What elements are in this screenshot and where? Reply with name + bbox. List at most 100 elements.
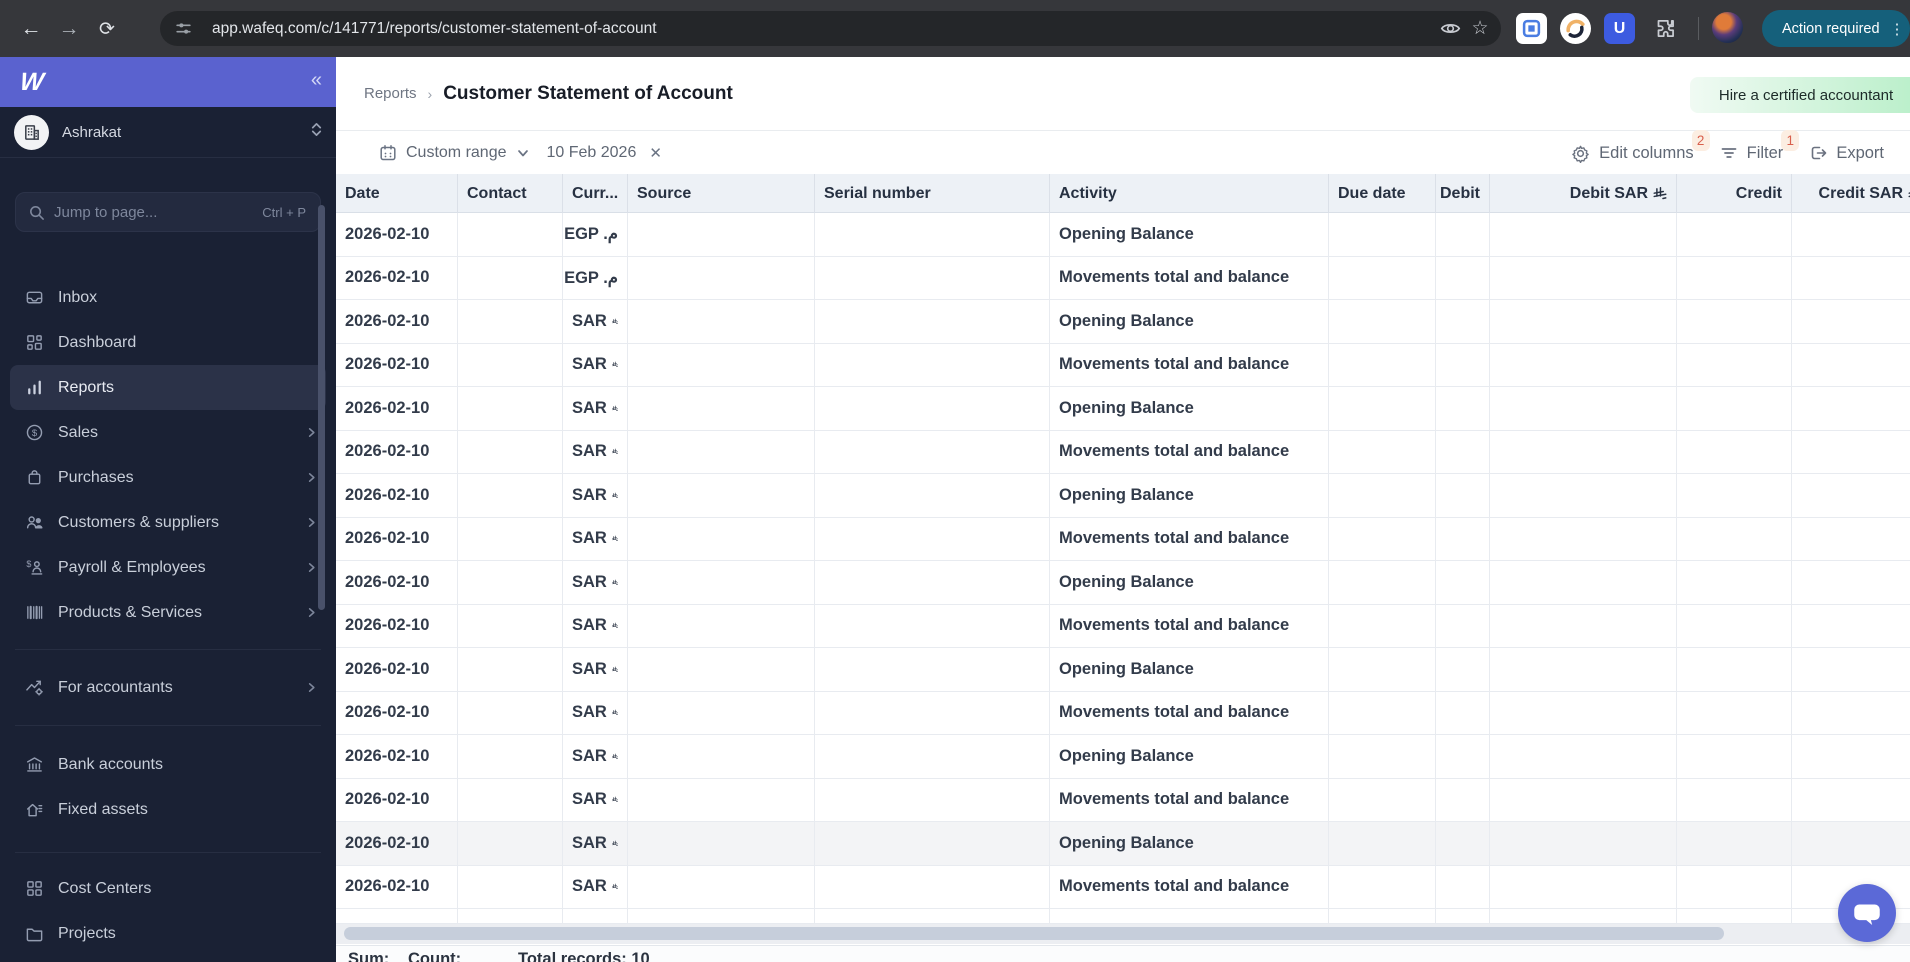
extensions-puzzle-icon[interactable]: [1650, 13, 1681, 44]
table-row[interactable]: 2026-02-10 SAR Movements total and balanc…: [336, 430, 1910, 474]
cell-date: 2026-02-10: [336, 300, 458, 344]
cell-due-date: [1329, 648, 1436, 692]
cell-contact: [458, 561, 563, 605]
sidebar-item-products-services[interactable]: Products & Services: [10, 590, 326, 635]
cell-contact: [458, 865, 563, 909]
sidebar-item-reports[interactable]: Reports: [10, 365, 326, 410]
column-header-due-date[interactable]: Due date: [1329, 174, 1436, 213]
table-row[interactable]: 2026-02-10 SAR Movements total and balanc…: [336, 865, 1910, 909]
table-row[interactable]: 2026-02-10 SAR Movements total and balanc…: [336, 691, 1910, 735]
cell-date: 2026-02-10: [336, 474, 458, 518]
sidebar-item-label: Products & Services: [58, 603, 203, 621]
table-row[interactable]: 2026-02-10 SAR Opening Balance: [336, 300, 1910, 344]
extension-icon-3[interactable]: U: [1604, 13, 1635, 44]
sidebar-item-for-accountants[interactable]: For accountants: [10, 665, 326, 710]
date-value-chip[interactable]: 10 Feb 2026 ✕: [547, 144, 662, 162]
sidebar-item-purchases[interactable]: Purchases: [10, 455, 326, 500]
column-header-activity[interactable]: Activity: [1050, 174, 1329, 213]
kebab-menu-icon[interactable]: ⋮: [1890, 20, 1905, 38]
extension-icon-1[interactable]: [1516, 13, 1547, 44]
sidebar-item-sales[interactable]: $ Sales: [10, 410, 326, 455]
column-header-debit[interactable]: Debit: [1436, 174, 1490, 213]
company-switch-chevrons-icon[interactable]: [309, 120, 324, 144]
report-table-viewport: Date Contact Curr... Source Serial number Act…: [336, 174, 1910, 939]
cell-due-date: [1329, 474, 1436, 518]
column-header-source[interactable]: Source: [628, 174, 815, 213]
cell-credit: [1677, 430, 1792, 474]
search-input[interactable]: Jump to page... Ctrl + P: [15, 192, 321, 232]
table-row[interactable]: 2026-02-10 SAR Movements total and balanc…: [336, 343, 1910, 387]
date-range-picker[interactable]: Custom range: [379, 144, 530, 162]
horizontal-scrollbar-thumb[interactable]: [344, 927, 1724, 940]
column-header-curr[interactable]: Curr...: [563, 174, 628, 213]
wafeq-logo[interactable]: W: [18, 68, 46, 97]
sidebar-item-bank-accounts[interactable]: Bank accounts: [10, 742, 326, 787]
cell-activity: Movements total and balance: [1050, 778, 1329, 822]
table-row[interactable]: 2026-02-10 SAR Movements total and balanc…: [336, 778, 1910, 822]
cell-contact: [458, 343, 563, 387]
address-bar[interactable]: app.wafeq.com/c/141771/reports/customer-…: [160, 11, 1501, 46]
sidebar-nav-accountants: For accountants: [10, 665, 326, 710]
sidebar-item-label: Purchases: [58, 468, 134, 486]
column-header-credit-sar[interactable]: Credit SAR: [1792, 174, 1910, 213]
filter-button[interactable]: Filter 1: [1720, 129, 1800, 163]
preview-eye-icon[interactable]: [1435, 14, 1465, 44]
url-text[interactable]: app.wafeq.com/c/141771/reports/customer-…: [212, 20, 1435, 38]
sidebar-collapse-icon[interactable]: «: [311, 69, 322, 92]
column-header-contact[interactable]: Contact: [458, 174, 563, 213]
chat-widget-button[interactable]: [1838, 884, 1896, 942]
column-header-date[interactable]: Date: [336, 174, 458, 213]
table-row[interactable]: 2026-02-10 EGP .م Movements total and bala…: [336, 256, 1910, 300]
table-row[interactable]: 2026-02-10 SAR Opening Balance: [336, 648, 1910, 692]
cell-date: 2026-02-10: [336, 343, 458, 387]
company-selector[interactable]: Ashrakat: [0, 107, 336, 158]
breadcrumb-reports-link[interactable]: Reports: [364, 85, 417, 102]
browser-forward-icon[interactable]: →: [54, 14, 84, 44]
table-row[interactable]: 2026-02-10 SAR Opening Balance: [336, 822, 1910, 866]
cell-credit: [1677, 474, 1792, 518]
cell-curr: SAR: [563, 648, 628, 692]
cell-curr: SAR: [563, 691, 628, 735]
export-button[interactable]: Export: [1809, 144, 1884, 163]
sidebar-scrollbar[interactable]: [318, 205, 325, 610]
site-settings-icon[interactable]: [168, 14, 198, 44]
sidebar-item-customers-suppliers[interactable]: Customers & suppliers: [10, 500, 326, 545]
cell-activity: Opening Balance: [1050, 213, 1329, 257]
sidebar-item-cost-centers[interactable]: Cost Centers: [10, 866, 326, 911]
cell-contact: [458, 735, 563, 779]
sidebar-item-dashboard[interactable]: Dashboard: [10, 320, 326, 365]
table-row[interactable]: 2026-02-10 SAR Opening Balance: [336, 474, 1910, 518]
sidebar-divider: [15, 725, 321, 726]
sidebar-item-label: Projects: [58, 924, 116, 942]
edit-columns-button[interactable]: Edit columns 2: [1571, 129, 1710, 163]
cell-date: 2026-02-10: [336, 430, 458, 474]
hire-accountant-button[interactable]: Hire a certified accountant: [1690, 77, 1910, 113]
table-row[interactable]: 2026-02-10 SAR Movements total and balanc…: [336, 517, 1910, 561]
table-row[interactable]: 2026-02-10 SAR Movements total and balanc…: [336, 604, 1910, 648]
column-header-credit[interactable]: Credit: [1677, 174, 1792, 213]
table-row[interactable]: 2026-02-10 SAR Opening Balance: [336, 735, 1910, 779]
browser-back-icon[interactable]: ←: [16, 14, 46, 44]
cell-date: 2026-02-10: [336, 865, 458, 909]
profile-avatar[interactable]: [1712, 12, 1743, 43]
cell-contact: [458, 256, 563, 300]
column-header-serial-number[interactable]: Serial number: [815, 174, 1050, 213]
sidebar-item-fixed-assets[interactable]: Fixed assets: [10, 787, 326, 832]
sidebar-item-payroll-employees[interactable]: $ Payroll & Employees: [10, 545, 326, 590]
table-row[interactable]: 2026-02-10 EGP .م Opening Balance: [336, 213, 1910, 257]
table-row[interactable]: 2026-02-10 SAR Opening Balance: [336, 387, 1910, 431]
table-row[interactable]: 2026-02-10 SAR Opening Balance: [336, 561, 1910, 605]
cell-credit-sar: [1792, 300, 1910, 344]
extension-icon-2[interactable]: [1560, 13, 1591, 44]
sidebar-item-projects[interactable]: Projects: [10, 911, 326, 956]
sidebar-item-inbox[interactable]: Inbox: [10, 275, 326, 320]
bookmark-star-icon[interactable]: ☆: [1465, 14, 1495, 44]
company-name: Ashrakat: [62, 123, 122, 141]
browser-refresh-icon[interactable]: ⟳: [92, 14, 122, 44]
action-required-button[interactable]: Action required ⋮: [1762, 10, 1910, 47]
column-header-debit-sar[interactable]: Debit SAR: [1490, 174, 1677, 213]
horizontal-scrollbar-track[interactable]: [336, 924, 1910, 944]
cell-debit: [1436, 256, 1490, 300]
footer-total-records: Total records: 10: [518, 950, 650, 962]
clear-date-icon[interactable]: ✕: [649, 144, 662, 162]
